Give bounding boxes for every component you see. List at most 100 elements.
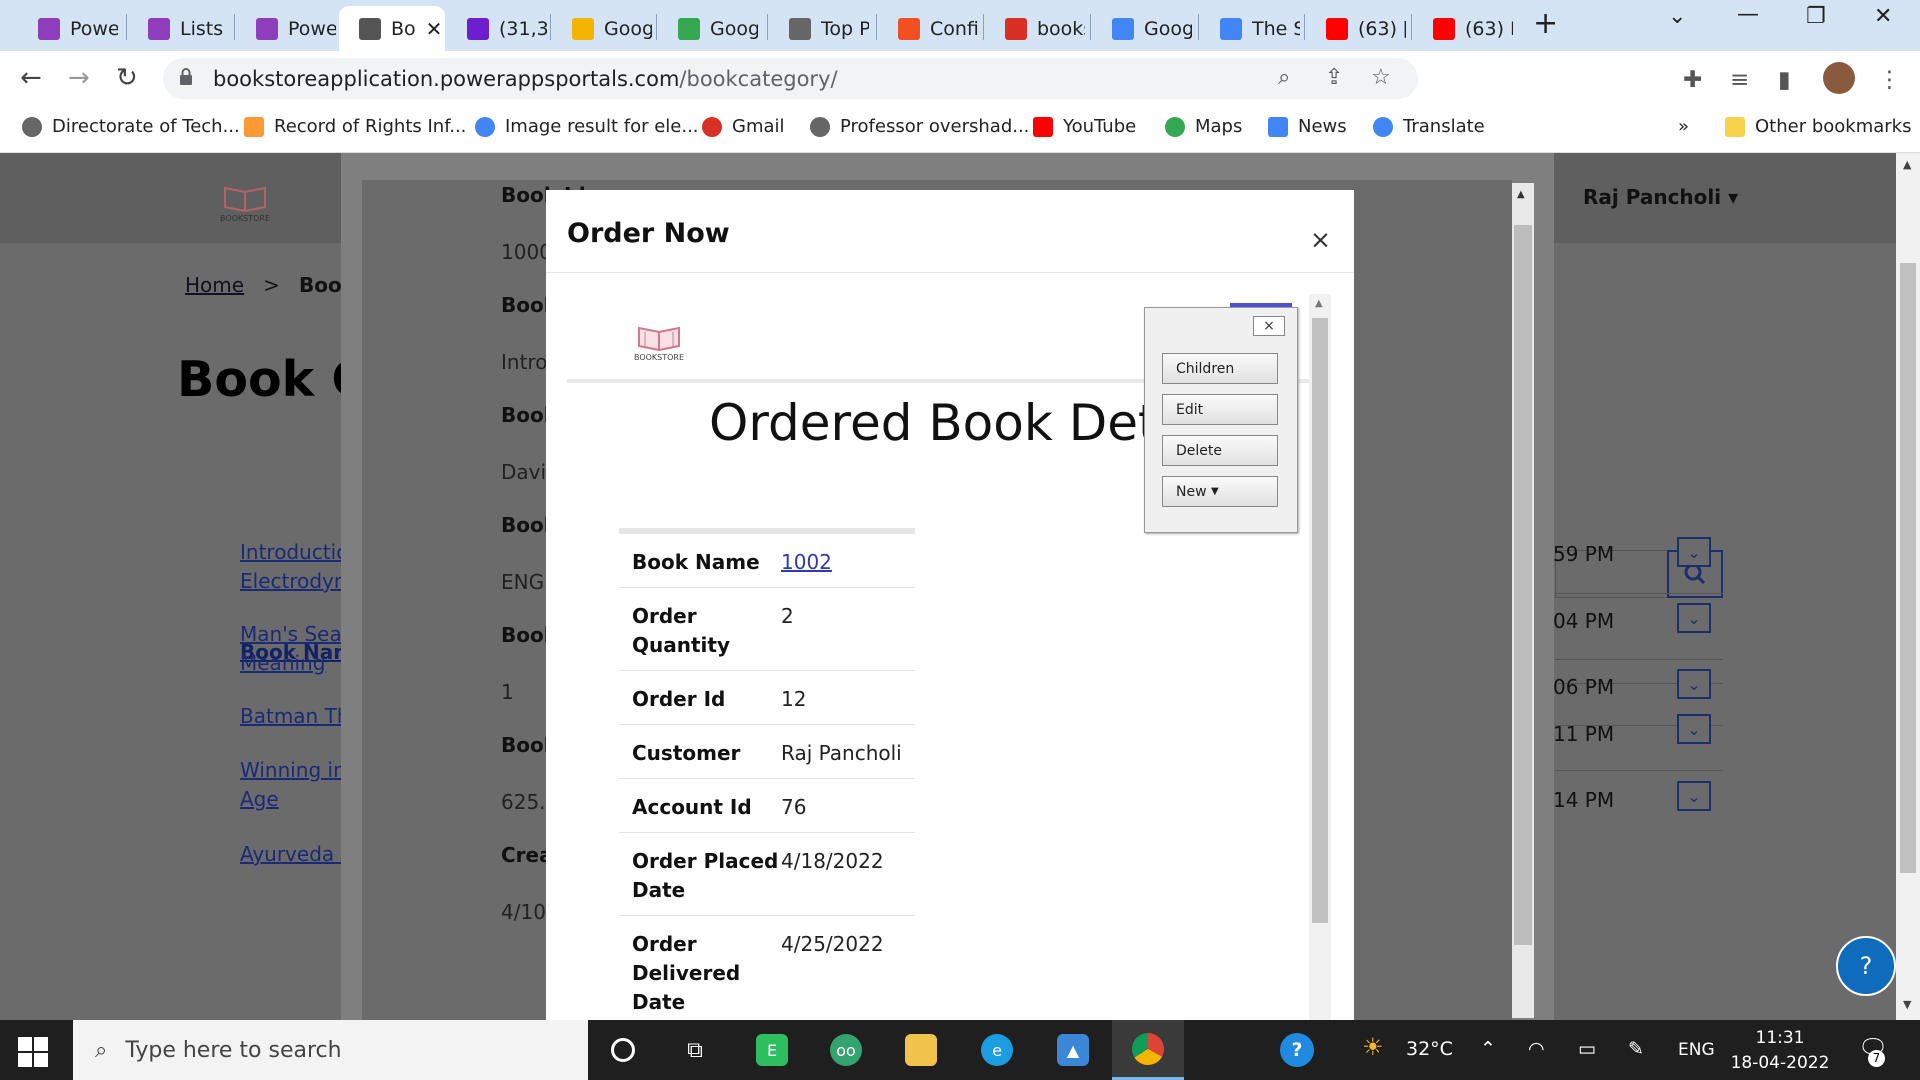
row-actions-dropdown[interactable]: ⌄ [1677, 669, 1711, 699]
browser-tab[interactable]: Googl [1092, 6, 1192, 51]
browser-tab[interactable]: Lists A [128, 6, 228, 51]
scroll-up-arrow[interactable]: ▲ [1517, 189, 1525, 200]
language-indicator[interactable]: ENG [1678, 1040, 1715, 1060]
modified-time: 14 PM [1553, 788, 1615, 812]
browser-tab[interactable]: Bo ✕ [339, 6, 445, 51]
bookmark-item[interactable]: Maps [1165, 116, 1242, 137]
close-window-button[interactable]: ✕ [1874, 4, 1892, 29]
edge-app[interactable]: e [961, 1020, 1033, 1080]
book-name-link[interactable]: Winning in Age [240, 756, 346, 814]
scrollbar-thumb[interactable] [1312, 318, 1328, 923]
browser-tab[interactable]: books [985, 6, 1085, 51]
close-tab-icon[interactable]: ✕ [426, 17, 443, 41]
temperature[interactable]: 32°C [1406, 1038, 1453, 1060]
browser-tab[interactable]: Config [878, 6, 978, 51]
browser-tab[interactable]: Power [236, 6, 336, 51]
photos-app[interactable]: ▲ [1037, 1020, 1109, 1080]
bookmark-item[interactable]: Record of Rights Inf... [244, 116, 466, 137]
tripadvisor-app[interactable]: oo [810, 1020, 882, 1080]
other-bookmarks[interactable]: Other bookmarks [1725, 116, 1911, 137]
file-explorer-app[interactable] [885, 1020, 957, 1080]
browser-tab[interactable]: (31,34 [447, 6, 547, 51]
new-tab-button[interactable]: + [1533, 6, 1558, 41]
delete-button[interactable]: Delete [1162, 435, 1278, 466]
tab-search-icon[interactable]: ⌄ [1668, 4, 1686, 29]
battery-icon[interactable]: ▭ [1578, 1038, 1596, 1060]
new-label: New [1176, 483, 1207, 500]
bookmark-item[interactable]: Directorate of Tech... [22, 116, 240, 137]
user-menu[interactable]: Raj Pancholi ▾ [1583, 185, 1738, 209]
more-bookmarks-button[interactable]: » [1678, 116, 1689, 137]
side-panel-icon[interactable]: ▮ [1778, 67, 1791, 93]
scroll-up-arrow[interactable]: ▲ [1315, 298, 1323, 309]
browser-tab[interactable]: Googl [658, 6, 758, 51]
browser-tab[interactable]: Googl [552, 6, 652, 51]
scroll-up-arrow[interactable]: ▲ [1903, 158, 1911, 171]
detail-value: 76 [781, 795, 807, 819]
url-text: bookstoreapplication.powerappsportals.co… [213, 67, 838, 91]
scrollbar-thumb[interactable] [1514, 225, 1532, 945]
browser-tab[interactable]: Top Pc [769, 6, 869, 51]
bookmark-item[interactable]: News [1268, 116, 1347, 137]
bookmark-star-icon[interactable]: ☆ [1371, 65, 1391, 90]
detail-label: Order Id [632, 687, 726, 711]
bookstore-logo[interactable]: BOOKSTORE [203, 183, 287, 223]
row-actions-dropdown[interactable]: ⌄ [1677, 603, 1711, 633]
share-icon[interactable]: ⇪ [1325, 65, 1343, 90]
profile-avatar[interactable] [1823, 62, 1855, 94]
minimize-button[interactable]: — [1737, 2, 1759, 27]
scroll-down-arrow[interactable]: ▼ [1903, 998, 1911, 1011]
row-actions-dropdown[interactable]: ⌄ [1677, 781, 1711, 811]
browser-tab[interactable]: (63) [S [1306, 6, 1406, 51]
browser-tab[interactable]: (63) L [1413, 6, 1513, 51]
reload-button[interactable]: ↻ [116, 63, 138, 93]
microsoft-icon [898, 17, 920, 40]
context-menu-close-button[interactable]: × [1253, 316, 1285, 336]
address-bar[interactable]: bookstoreapplication.powerappsportals.co… [163, 58, 1418, 99]
search-icon: ⌕ [95, 1037, 108, 1063]
pen-icon[interactable]: ✎ [1628, 1038, 1644, 1060]
media-control-icon[interactable]: ≡ [1730, 67, 1749, 93]
forward-button[interactable]: → [68, 63, 90, 93]
back-button[interactable]: ← [20, 63, 42, 93]
task-view-button[interactable]: ⧉ [659, 1020, 731, 1080]
detail-panel-scrollbar[interactable]: ▲ [1512, 183, 1534, 1018]
browser-tab[interactable]: The Sc [1200, 6, 1300, 51]
breadcrumb-home[interactable]: Home [185, 273, 244, 297]
edit-button[interactable]: Edit [1162, 394, 1278, 425]
clock[interactable]: 11:31 18-04-2022 [1730, 1026, 1830, 1076]
book-name-link[interactable]: Ayurveda C [240, 840, 354, 869]
taskbar-search[interactable]: ⌕ Type here to search [73, 1020, 588, 1080]
page-scrollbar[interactable]: ▲ ▼ [1896, 153, 1920, 1020]
tab-separator [550, 14, 551, 40]
bookmark-item[interactable]: Gmail [702, 116, 785, 137]
browser-tab[interactable]: Power [18, 6, 118, 51]
zoom-icon[interactable]: ⌕ [1278, 65, 1290, 90]
modal-close-button[interactable]: × [1310, 225, 1331, 254]
children-button[interactable]: Children [1162, 353, 1278, 384]
youtube-icon [1326, 17, 1348, 40]
row-actions-dropdown[interactable]: ⌄ [1677, 537, 1711, 567]
network-icon[interactable]: ◠ [1528, 1038, 1545, 1060]
frame-scrollbar[interactable]: ▲ [1309, 294, 1331, 1030]
bookmark-item[interactable]: Image result for ele... [475, 116, 699, 137]
windows-start-icon[interactable] [18, 1037, 48, 1067]
row-actions-dropdown[interactable]: ⌄ [1677, 714, 1711, 744]
menu-kebab-icon[interactable]: ⋮ [1878, 67, 1901, 93]
bookmark-item[interactable]: YouTube [1033, 116, 1136, 137]
tab-separator [1090, 14, 1091, 40]
evernote-icon: E [756, 1034, 788, 1066]
show-hidden-icons[interactable]: ⌃ [1480, 1038, 1496, 1060]
bookmark-item[interactable]: Professor overshad... [810, 116, 1029, 137]
help-chat-button[interactable]: ? [1836, 936, 1896, 996]
chrome-app[interactable] [1112, 1020, 1184, 1080]
scrollbar-thumb[interactable] [1900, 263, 1916, 873]
help-tray-icon[interactable]: ? [1280, 1033, 1314, 1067]
evernote-app[interactable]: E [736, 1020, 808, 1080]
new-dropdown-button[interactable]: New ▼ [1162, 476, 1278, 507]
book-name-link[interactable]: 1002 [781, 548, 832, 577]
extensions-icon[interactable]: ✚ [1683, 67, 1702, 93]
cortana-button[interactable] [587, 1020, 659, 1080]
restore-button[interactable]: ❐ [1806, 4, 1826, 29]
bookmark-item[interactable]: Translate [1373, 116, 1485, 137]
